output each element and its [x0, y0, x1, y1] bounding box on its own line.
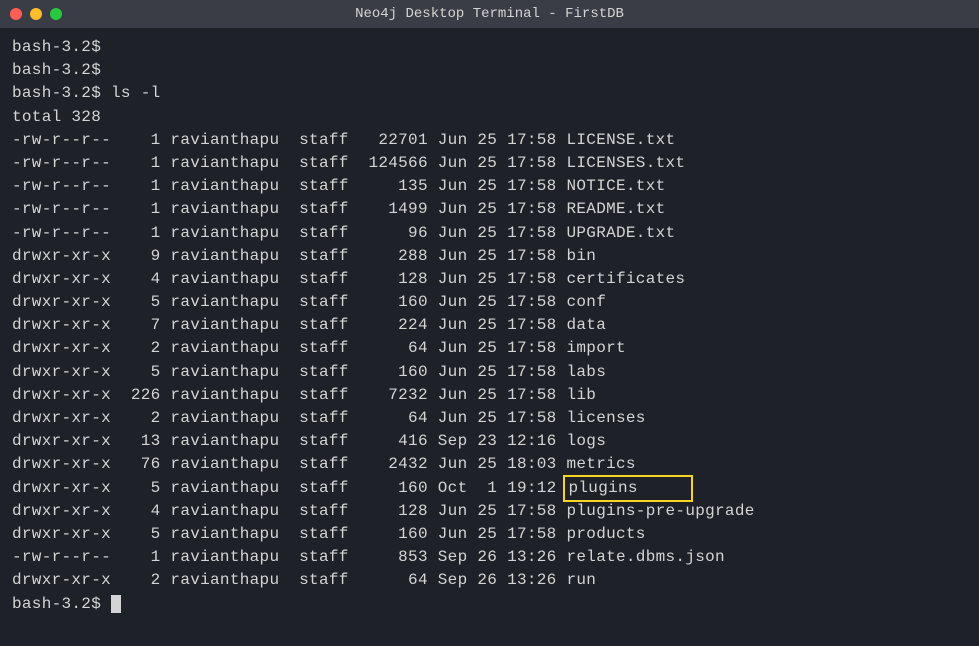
maximize-icon[interactable]: [50, 8, 62, 20]
list-item: -rw-r--r-- 1 ravianthapu staff 96 Jun 25…: [12, 222, 967, 245]
list-item: -rw-r--r-- 1 ravianthapu staff 22701 Jun…: [12, 129, 967, 152]
prompt-line: bash-3.2$: [12, 59, 967, 82]
list-item: drwxr-xr-x 5 ravianthapu staff 160 Jun 2…: [12, 361, 967, 384]
cursor-icon: [111, 595, 121, 613]
list-item: drwxr-xr-x 4 ravianthapu staff 128 Jun 2…: [12, 268, 967, 291]
list-item: drwxr-xr-x 2 ravianthapu staff 64 Jun 25…: [12, 407, 967, 430]
list-item: drwxr-xr-x 2 ravianthapu staff 64 Jun 25…: [12, 337, 967, 360]
list-item: drwxr-xr-x 5 ravianthapu staff 160 Oct 1…: [12, 477, 967, 500]
window-title: Neo4j Desktop Terminal - FirstDB: [355, 6, 624, 22]
list-item: drwxr-xr-x 4 ravianthapu staff 128 Jun 2…: [12, 500, 967, 523]
list-item: drwxr-xr-x 13 ravianthapu staff 416 Sep …: [12, 430, 967, 453]
total-line: total 328: [12, 106, 967, 129]
prompt-line: bash-3.2$: [12, 36, 967, 59]
list-item: -rw-r--r-- 1 ravianthapu staff 1499 Jun …: [12, 198, 967, 221]
list-item: drwxr-xr-x 9 ravianthapu staff 288 Jun 2…: [12, 245, 967, 268]
prompt-line-active[interactable]: bash-3.2$: [12, 593, 967, 616]
list-item: -rw-r--r-- 1 ravianthapu staff 853 Sep 2…: [12, 546, 967, 569]
list-item: -rw-r--r-- 1 ravianthapu staff 124566 Ju…: [12, 152, 967, 175]
minimize-icon[interactable]: [30, 8, 42, 20]
list-item: drwxr-xr-x 5 ravianthapu staff 160 Jun 2…: [12, 523, 967, 546]
list-item: -rw-r--r-- 1 ravianthapu staff 135 Jun 2…: [12, 175, 967, 198]
terminal-output[interactable]: bash-3.2$bash-3.2$bash-3.2$ ls -ltotal 3…: [0, 28, 979, 624]
list-item: drwxr-xr-x 5 ravianthapu staff 160 Jun 2…: [12, 291, 967, 314]
list-item: drwxr-xr-x 7 ravianthapu staff 224 Jun 2…: [12, 314, 967, 337]
highlighted-filename: plugins: [563, 475, 694, 502]
close-icon[interactable]: [10, 8, 22, 20]
command-line: bash-3.2$ ls -l: [12, 82, 967, 105]
window-titlebar: Neo4j Desktop Terminal - FirstDB: [0, 0, 979, 28]
list-item: drwxr-xr-x 2 ravianthapu staff 64 Sep 26…: [12, 569, 967, 592]
list-item: drwxr-xr-x 76 ravianthapu staff 2432 Jun…: [12, 453, 967, 476]
traffic-lights: [10, 8, 62, 20]
list-item: drwxr-xr-x 226 ravianthapu staff 7232 Ju…: [12, 384, 967, 407]
